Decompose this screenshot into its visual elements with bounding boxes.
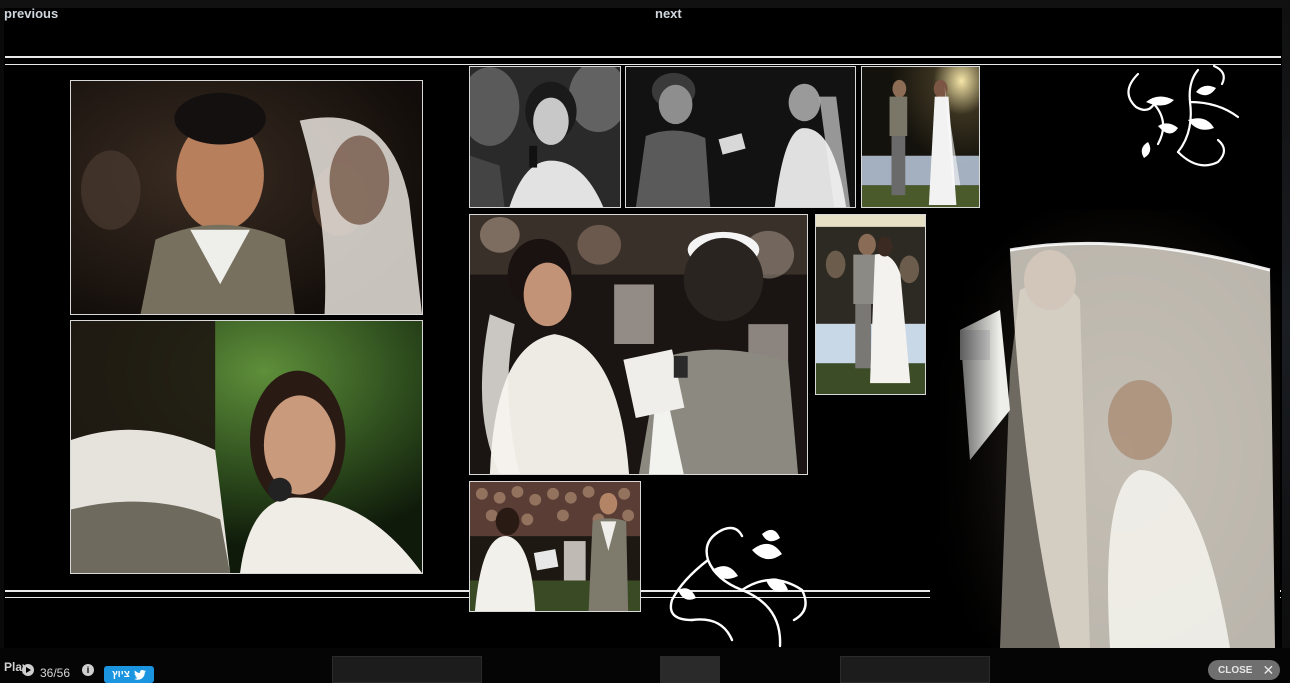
twitter-bird-icon	[133, 669, 146, 680]
image-counter: 36/56	[40, 666, 71, 680]
tweet-button[interactable]: ציוץ	[104, 666, 154, 683]
next-link[interactable]: next	[655, 6, 682, 21]
album-photo-veil	[930, 210, 1280, 648]
album-photo-bride-bw	[469, 66, 621, 208]
floral-ornament-top	[1118, 62, 1252, 178]
gallery-footer-bar	[0, 648, 1290, 683]
album-photo-chuppah	[861, 66, 980, 208]
top-divider-thin	[5, 64, 1281, 65]
floral-ornament-bottom	[662, 520, 814, 648]
tweet-label: ציוץ	[112, 669, 130, 680]
close-label: CLOSE	[1218, 664, 1253, 676]
album-photo-bride-reading	[469, 481, 641, 612]
album-photo-embrace	[815, 214, 926, 395]
album-photo-couple-reading-bw	[625, 66, 856, 208]
footer-thumbnail[interactable]	[332, 656, 482, 683]
footer-thumbnail[interactable]	[840, 656, 990, 683]
play-icon[interactable]	[22, 664, 34, 676]
album-photo-groom-smiling	[70, 80, 423, 315]
info-icon[interactable]: i	[82, 664, 94, 676]
page-backdrop-right	[1282, 8, 1290, 648]
top-divider	[5, 56, 1281, 58]
previous-link[interactable]: previous	[4, 6, 58, 21]
album-photo-ceremony	[469, 214, 808, 475]
page-backdrop-left	[0, 8, 4, 648]
close-button[interactable]: CLOSE ✕	[1208, 660, 1280, 680]
lightbox-stage: previous next Play 36/56 i ציוץ CLOSE ✕	[0, 0, 1290, 683]
album-photo-bride-speaking	[70, 320, 423, 574]
footer-thumbnail[interactable]	[660, 656, 720, 683]
close-icon: ✕	[1262, 662, 1275, 678]
page-backdrop-top	[0, 0, 1290, 8]
